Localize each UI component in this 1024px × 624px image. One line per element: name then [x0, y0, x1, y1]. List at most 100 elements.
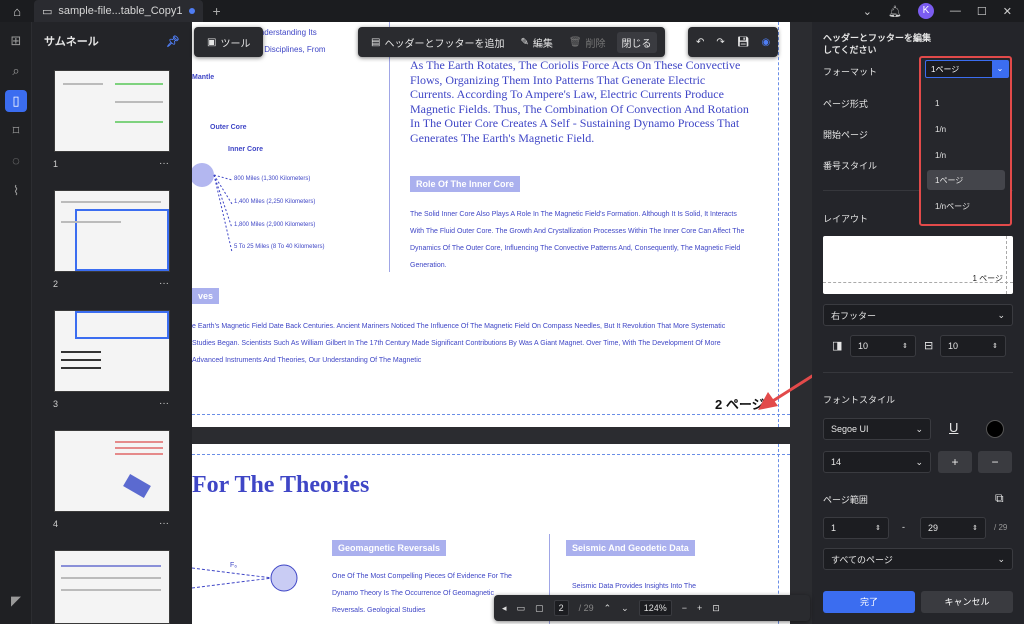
previous-page-icon[interactable]: ⌃ — [604, 603, 612, 614]
bottom-margin-value: 10 — [948, 341, 959, 351]
total-pages: / 29 — [578, 603, 594, 613]
chevron-down-icon: ⌄ — [997, 553, 1005, 564]
edit-button[interactable]: ✎ 編集 — [515, 32, 557, 53]
diagram-label: 1,400 Miles (2,250 Kilometers) — [234, 199, 316, 205]
more-icon[interactable]: ··· — [159, 158, 169, 169]
font-color-swatch[interactable] — [986, 420, 1004, 438]
bottom-margin-stepper[interactable]: 10 ⇕ — [940, 335, 1006, 357]
more-icon[interactable]: ··· — [159, 398, 169, 409]
format-option[interactable]: 1/n — [927, 120, 1005, 140]
more-icon[interactable]: ··· — [159, 518, 169, 529]
font-size-select[interactable]: 14 ⌄ — [823, 451, 931, 473]
page-range-icon[interactable]: ⧉ — [995, 491, 1004, 506]
underline-icon[interactable]: U — [949, 420, 958, 435]
position-select[interactable]: 右フッター ⌄ — [823, 304, 1013, 326]
chevron-down-icon[interactable]: ⌄ — [863, 5, 872, 18]
avatar[interactable]: K — [917, 3, 934, 19]
sidebar-toggle-icon[interactable]: ◂ — [502, 603, 507, 614]
header-footer-icon: ▤ — [371, 36, 381, 48]
page-number: 4 — [53, 519, 59, 529]
tool-button[interactable]: ▣ ツール — [202, 32, 255, 53]
thumbnail-page-1[interactable]: 1 ··· — [53, 70, 170, 169]
increase-size-button[interactable]: + — [938, 451, 972, 473]
presentation-icon[interactable]: ▢ — [535, 603, 544, 614]
stepper-icon[interactable]: ⇕ — [902, 342, 908, 350]
bookmark-icon[interactable]: ⌑ — [5, 120, 27, 142]
page-paragraph: e Earth's Magnetic Field Date Back Centu… — [192, 323, 726, 364]
pin-icon[interactable]: 📌︎ — [166, 35, 180, 48]
diagram-label: Mantle — [192, 74, 215, 81]
maximize-icon[interactable]: ☐ — [977, 5, 987, 18]
zoom-input[interactable]: 124% — [638, 600, 672, 616]
save-icon[interactable]: 💾︎ — [737, 37, 750, 48]
pages-icon[interactable]: ▯ — [5, 90, 27, 112]
format-option[interactable]: 1/nページ — [927, 196, 1005, 216]
decrease-size-button[interactable]: − — [978, 451, 1012, 473]
thumbnail-title: サムネール — [44, 36, 99, 48]
thumbnail-page-3[interactable]: 3 ··· — [53, 310, 170, 409]
range-dash: - — [902, 522, 905, 532]
next-page-icon[interactable]: ⌄ — [621, 603, 629, 614]
toolbox-icon: ▣ — [207, 36, 217, 48]
section-heading: ves — [192, 288, 220, 304]
search-icon[interactable]: ⌕ — [5, 60, 27, 82]
stepper-icon[interactable]: ⇕ — [875, 524, 881, 532]
document-canvas[interactable]: Understanding Its fic Disciplines, From … — [192, 22, 812, 624]
range-to-stepper[interactable]: 29 ⇕ — [920, 517, 986, 539]
zoom-in-icon[interactable]: + — [697, 603, 702, 613]
reading-mode-icon[interactable]: ▭ — [517, 603, 526, 614]
page-input[interactable]: 2 — [553, 600, 569, 616]
stepper-icon[interactable]: ⇕ — [992, 342, 998, 350]
red-arrow-annotation — [758, 374, 812, 410]
chevron-down-icon: ⌄ — [915, 456, 923, 467]
minimize-icon[interactable]: — — [950, 5, 961, 17]
brand-logo-icon[interactable]: ◤ — [5, 590, 27, 612]
font-select[interactable]: Segoe UI ⌄ — [823, 418, 931, 440]
stepper-icon[interactable]: ⇕ — [972, 524, 978, 532]
left-rail: ⊞ ⌕ ▯ ⌑ ◌ ⌇ ◤ — [0, 22, 32, 624]
add-tab-icon[interactable]: + — [213, 3, 221, 19]
undo-icon[interactable]: ↶ — [696, 37, 704, 48]
close-icon[interactable]: ✕ — [1003, 5, 1012, 18]
thumbnail-page-2[interactable]: 2 ··· — [53, 190, 170, 289]
page-range-label: ページ範囲 — [823, 495, 868, 505]
zoom-out-icon[interactable]: − — [682, 603, 687, 613]
comment-icon[interactable]: ◌ — [5, 150, 27, 172]
left-margin-icon: ◨ — [832, 340, 843, 352]
document-page-2: Understanding Its fic Disciplines, From … — [192, 22, 790, 427]
more-icon[interactable]: ··· — [159, 278, 169, 289]
diagram-label: 1,800 Miles (2,900 Kilometers) — [234, 222, 316, 228]
diagram-label: 800 Miles (1,300 Kilometers) — [234, 176, 311, 182]
format-option-selected[interactable]: 1ページ — [927, 170, 1005, 190]
page-format-label: ページ形式 — [823, 99, 868, 109]
home-icon[interactable]: ⌂ — [0, 4, 34, 19]
format-option[interactable]: 1 — [927, 94, 1005, 114]
diagram-label: F₆ — [230, 562, 238, 569]
fit-page-icon[interactable]: ⊡ — [712, 603, 720, 614]
attachment-icon[interactable]: ⌇ — [5, 180, 27, 202]
tool-label: ツール — [220, 38, 251, 50]
pages-subset-select[interactable]: すべてのページ ⌄ — [823, 548, 1013, 570]
range-from-stepper[interactable]: 1 ⇕ — [823, 517, 889, 539]
add-header-footer-button[interactable]: ▤ ヘッダーとフッターを追加 — [366, 32, 509, 53]
file-icon: ▭ — [42, 5, 53, 18]
position-value: 右フッター — [831, 310, 877, 321]
thumbnail-page-4[interactable]: 4 ··· — [53, 430, 170, 529]
bell-icon[interactable]: 🔔︎ — [888, 5, 902, 18]
left-margin-stepper[interactable]: 10 ⇕ — [850, 335, 916, 357]
close-button[interactable]: 閉じる — [616, 31, 657, 53]
grid-icon[interactable]: ⊞ — [5, 30, 27, 52]
done-button[interactable]: 完了 — [823, 591, 915, 613]
thumbnail-page-5[interactable] — [54, 550, 170, 624]
format-option[interactable]: 1/n — [927, 146, 1005, 166]
chevron-down-icon: ⌄ — [992, 61, 1008, 77]
font-value: Segoe UI — [831, 424, 869, 434]
font-size-value: 14 — [831, 457, 842, 467]
document-tab[interactable]: ▭ sample-file...table_Copy1 — [34, 0, 203, 22]
cancel-button[interactable]: キャンセル — [921, 591, 1013, 613]
ai-assistant-icon[interactable]: ◉ — [761, 37, 770, 48]
redo-icon[interactable]: ↷ — [716, 37, 724, 48]
chevron-down-icon: ⌄ — [997, 309, 1005, 320]
format-select[interactable]: 1ページ ⌄ — [925, 60, 1009, 78]
delete-button[interactable]: 🗑︎ 削除 — [564, 32, 611, 53]
